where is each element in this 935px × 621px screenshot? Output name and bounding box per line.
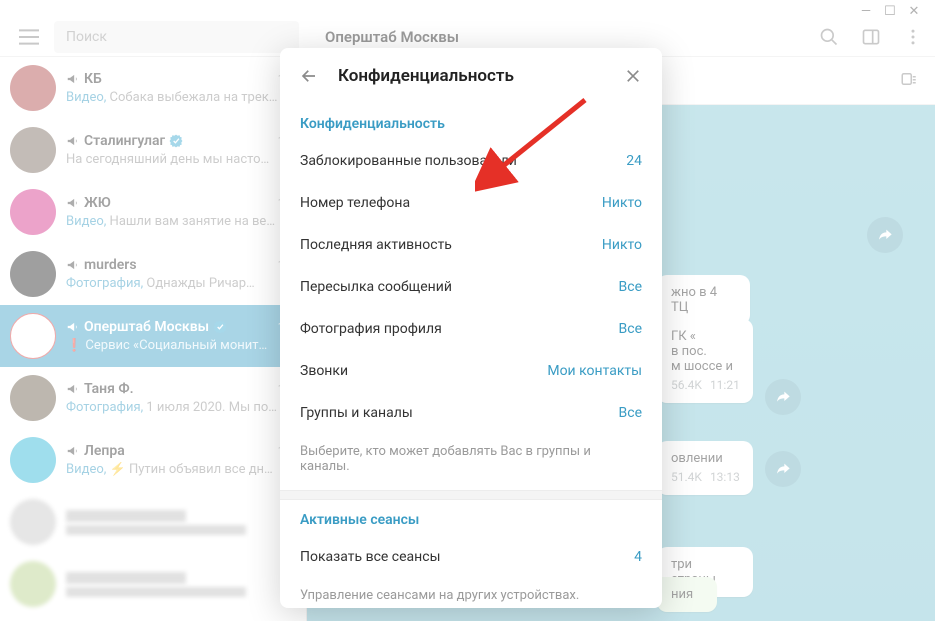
privacy-row[interactable]: Номер телефона Никто <box>280 182 662 224</box>
privacy-row-label: Заблокированные пользователи <box>300 153 517 169</box>
privacy-row-value: Все <box>619 279 642 295</box>
privacy-row-value: Никто <box>602 195 642 211</box>
privacy-row-value: Никто <box>602 237 642 253</box>
privacy-modal: Конфиденциальность Конфиденциальность За… <box>280 48 662 608</box>
sessions-value: 4 <box>634 549 642 565</box>
section-privacy-title: Конфиденциальность <box>280 104 662 140</box>
sessions-label: Показать все сеансы <box>300 549 440 565</box>
section-separator <box>280 490 662 500</box>
privacy-row[interactable]: Звонки Мои контакты <box>280 350 662 392</box>
privacy-row[interactable]: Группы и каналы Все <box>280 392 662 434</box>
privacy-row[interactable]: Последняя активность Никто <box>280 224 662 266</box>
privacy-row[interactable]: Заблокированные пользователи 24 <box>280 140 662 182</box>
privacy-row-value: Все <box>619 321 642 337</box>
privacy-row[interactable]: Пересылка сообщений Все <box>280 266 662 308</box>
modal-title: Конфиденциальность <box>338 66 514 86</box>
privacy-hint: Выберите, кто может добавлять Вас в груп… <box>280 434 662 490</box>
close-button[interactable] <box>622 65 644 87</box>
privacy-row[interactable]: Фотография профиля Все <box>280 308 662 350</box>
sessions-hint: Управление сеансами на других устройства… <box>280 578 662 608</box>
privacy-row-value: Мои контакты <box>547 363 642 379</box>
back-button[interactable] <box>298 65 320 87</box>
privacy-row-value: 24 <box>626 153 642 169</box>
sessions-row[interactable]: Показать все сеансы 4 <box>280 536 662 578</box>
privacy-row-label: Фотография профиля <box>300 321 442 337</box>
privacy-row-value: Все <box>619 405 642 421</box>
privacy-row-label: Номер телефона <box>300 195 410 211</box>
section-sessions-title: Активные сеансы <box>280 500 662 536</box>
privacy-row-label: Последняя активность <box>300 237 452 253</box>
privacy-row-label: Группы и каналы <box>300 405 413 421</box>
privacy-row-label: Пересылка сообщений <box>300 279 452 295</box>
privacy-row-label: Звонки <box>300 363 348 379</box>
